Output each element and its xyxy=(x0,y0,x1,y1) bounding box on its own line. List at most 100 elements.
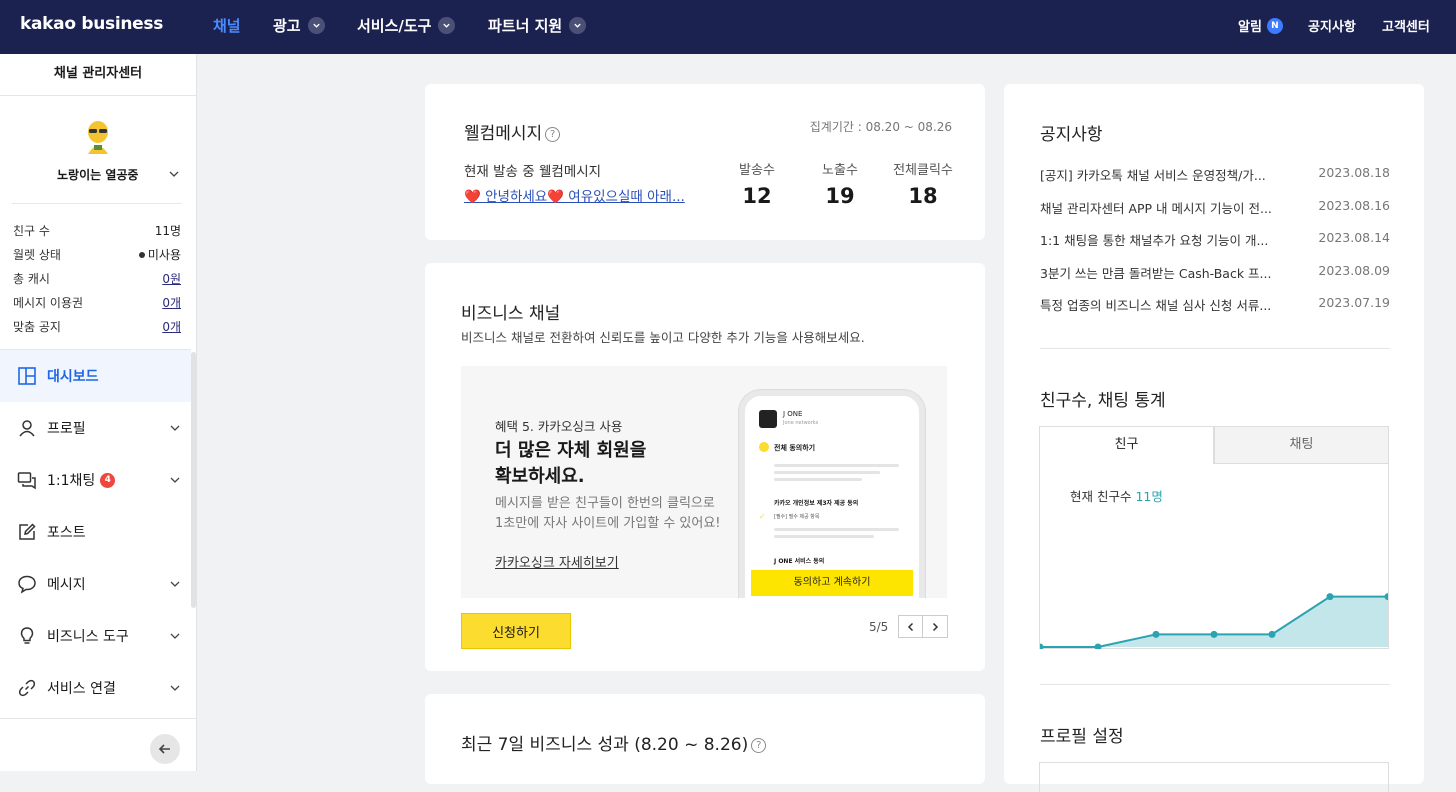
tab-friends[interactable]: 친구 xyxy=(1039,426,1214,464)
sidebar-item-label: 비즈니스 도구 xyxy=(47,629,129,645)
text-line xyxy=(774,471,881,474)
nav-services-tools[interactable]: 서비스/도구 xyxy=(357,15,456,36)
sidebar-item-label: 메시지 xyxy=(47,577,86,593)
notice-item-date: 2023.08.14 xyxy=(1318,230,1390,245)
sidebar-item-business-tools[interactable]: 비즈니스 도구 xyxy=(0,610,191,662)
sidebar-item-label: 대시보드 xyxy=(47,369,99,385)
divider xyxy=(0,718,197,719)
notice-item[interactable]: 3분기 쓰는 만큼 돌려받는 Cash-Back 프... 2023.08.09 xyxy=(1040,263,1390,282)
link-icon xyxy=(18,679,36,697)
stat-value-link[interactable]: 0개 xyxy=(162,294,181,311)
notice-title: 공지사항 xyxy=(1040,125,1103,145)
kakao-sync-detail-link[interactable]: 카카오싱크 자세히보기 xyxy=(495,552,619,571)
apply-button[interactable]: 신청하기 xyxy=(461,613,571,649)
nav-ads[interactable]: 광고 xyxy=(273,15,325,36)
arrow-left-icon xyxy=(158,744,170,754)
text-line xyxy=(774,464,899,467)
divider xyxy=(12,203,182,204)
top-navigation: kakao business 채널 광고 서비스/도구 파트너 지원 알림 N … xyxy=(0,0,1456,54)
channel-avatar[interactable] xyxy=(81,118,115,156)
metric-label: 전체클릭수 xyxy=(893,163,953,178)
notice-item-title: 3분기 쓰는 만큼 돌려받는 Cash-Back 프... xyxy=(1040,266,1272,281)
notice-item-date: 2023.08.16 xyxy=(1318,198,1390,213)
chevron-left-icon xyxy=(907,622,913,631)
divider xyxy=(1040,348,1390,349)
nav-support[interactable]: 고객센터 xyxy=(1382,16,1430,35)
business-channel-card: 비즈니스 채널 비즈니스 채널로 전환하여 신뢰도를 높이고 다양한 추가 기능… xyxy=(425,263,985,671)
notice-item-date: 2023.08.09 xyxy=(1318,263,1390,278)
nav-partner-support[interactable]: 파트너 지원 xyxy=(488,15,587,36)
nav-alert-label: 알림 xyxy=(1238,20,1262,35)
sidebar-item-message[interactable]: 메시지 xyxy=(0,558,191,610)
chevron-right-icon xyxy=(933,622,939,631)
notice-item[interactable]: 특정 업종의 비즈니스 채널 심사 신청 서류... 2023.07.19 xyxy=(1040,295,1390,314)
chart-point xyxy=(1326,593,1334,601)
nav-alert[interactable]: 알림 N xyxy=(1238,16,1283,35)
new-badge: N xyxy=(1266,17,1283,34)
phone-item1: 카카오 개인정보 제3자 제공 동의 xyxy=(774,500,859,507)
help-icon[interactable]: ? xyxy=(751,737,767,753)
notice-item[interactable]: [공지] 카카오톡 채널 서비스 운영정책/가... 2023.08.18 xyxy=(1040,165,1390,184)
nav-ads-label: 광고 xyxy=(273,17,301,35)
chevron-down-icon[interactable] xyxy=(168,168,180,180)
stat-cash: 총 캐시 0원 xyxy=(13,270,181,287)
nav-notice[interactable]: 공지사항 xyxy=(1308,16,1356,35)
right-panel: 공지사항 [공지] 카카오톡 채널 서비스 운영정책/가... 2023.08.… xyxy=(1004,84,1424,792)
sidebar-item-profile[interactable]: 프로필 xyxy=(0,402,191,454)
nav-services-label: 서비스/도구 xyxy=(357,17,432,35)
welcome-message-link[interactable]: ❤️ 안녕하세요❤️ 여유있으실때 아래... xyxy=(464,185,685,205)
metric-label: 발송수 xyxy=(739,163,775,178)
phone-cta: 동의하고 계속하기 xyxy=(751,570,913,596)
kakao-business-logo[interactable]: kakao business xyxy=(20,14,163,34)
card-title: 비즈니스 채널 xyxy=(461,304,561,324)
status-dot-icon xyxy=(138,251,145,258)
tab-chat[interactable]: 채팅 xyxy=(1214,426,1389,464)
card-subtitle: 비즈니스 채널로 전환하여 신뢰도를 높이고 다양한 추가 기능을 사용해보세요… xyxy=(461,330,865,345)
welcome-title-wrap: 웰컴메시지? xyxy=(464,119,561,144)
sidebar-item-service-link[interactable]: 서비스 연결 xyxy=(0,662,191,714)
notice-item-title: 특정 업종의 비즈니스 채널 심사 신청 서류... xyxy=(1040,298,1272,313)
stat-value: 11명 xyxy=(154,224,181,238)
sidebar-item-chat[interactable]: 1:1채팅 4 xyxy=(0,454,191,506)
nav-channel[interactable]: 채널 xyxy=(213,15,241,36)
chart-area: 현재 친구수 11명 xyxy=(1039,464,1389,649)
sidebar-item-label: 서비스 연결 xyxy=(47,681,116,697)
phone-mockup: J ONE Jone networks 전체 동의하기 카카오 개인정보 제3자… xyxy=(739,390,925,598)
headline-line: 더 많은 자체 회원을 xyxy=(495,440,647,461)
chart-area-fill xyxy=(1040,596,1388,647)
help-icon[interactable]: ? xyxy=(545,126,561,142)
sidebar-title: 채널 관리자센터 xyxy=(0,54,196,96)
stat-value-link[interactable]: 0원 xyxy=(162,270,181,287)
metric-impressions: 노출수 19 xyxy=(800,159,880,208)
friends-line-chart xyxy=(1040,593,1388,649)
chevron-down-icon xyxy=(170,581,180,587)
chevron-down-icon xyxy=(438,17,456,34)
promo-banner: 혜택 5. 카카오싱크 사용 더 많은 자체 회원을 확보하세요. 메시지를 받… xyxy=(461,366,947,598)
prev-button[interactable] xyxy=(898,615,924,638)
notice-item[interactable]: 1:1 채팅을 통한 채널추가 요청 기능이 개... 2023.08.14 xyxy=(1040,230,1390,249)
metric-value: 19 xyxy=(825,184,855,208)
sidebar-item-label: 포스트 xyxy=(47,525,86,541)
stat-value-wrap: 미사용 xyxy=(138,246,181,263)
card-title: 최근 7일 비즈니스 성과 (8.20 ~ 8.26) xyxy=(461,735,749,755)
phone-item1-sub: [필수] 필수 제공 항목 xyxy=(774,514,820,520)
chevron-down-icon xyxy=(569,17,587,34)
sidebar-item-dashboard[interactable]: 대시보드 xyxy=(0,350,191,402)
chart-point xyxy=(1094,643,1102,649)
next-button[interactable] xyxy=(923,615,949,638)
metric-sent: 발송수 12 xyxy=(717,159,797,208)
sidebar-scrollbar[interactable] xyxy=(191,352,196,608)
dashboard-icon xyxy=(18,367,36,385)
pager-count: 5/5 xyxy=(869,619,889,634)
phone-agree-all: 전체 동의하기 xyxy=(774,444,816,452)
stat-value-link[interactable]: 0개 xyxy=(162,318,181,335)
phone-text-lines xyxy=(774,524,899,542)
notice-item[interactable]: 채널 관리자센터 APP 내 메시지 기능이 전... 2023.08.16 xyxy=(1040,198,1390,217)
desc-line: 메시지를 받은 친구들이 한번의 클릭으로 xyxy=(495,496,715,511)
message-icon xyxy=(18,575,36,594)
notice-item-date: 2023.07.19 xyxy=(1318,295,1390,310)
collapse-sidebar-button[interactable] xyxy=(150,734,180,764)
current-welcome-label: 현재 발송 중 웰컴메시지 xyxy=(464,164,602,180)
stat-wallet: 월렛 상태 미사용 xyxy=(13,246,181,263)
sidebar-item-post[interactable]: 포스트 xyxy=(0,506,191,558)
